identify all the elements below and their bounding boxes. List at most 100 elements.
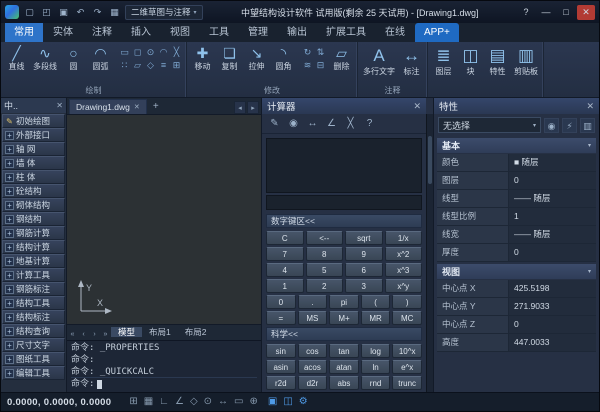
- quick-access-icon[interactable]: ▦: [107, 5, 122, 20]
- draw-tool-icon[interactable]: ▭: [118, 46, 131, 59]
- line-button[interactable]: ╱ 直线: [4, 44, 29, 73]
- status-toggle[interactable]: ⊙: [204, 393, 212, 411]
- draw-tool-icon[interactable]: ⊞: [170, 59, 183, 72]
- calc-sci-key[interactable]: sin: [266, 344, 296, 358]
- prev-layout-icon[interactable]: ‹: [78, 331, 89, 338]
- scrollbar-thumb[interactable]: [428, 136, 432, 184]
- tool-palette-header[interactable]: 中.. ✕: [1, 98, 66, 113]
- calc-sci-key[interactable]: abs: [329, 376, 359, 390]
- calc-key[interactable]: 6: [345, 263, 383, 277]
- calc-key[interactable]: x^y: [385, 279, 423, 293]
- calc-key[interactable]: 8: [306, 247, 344, 261]
- ribbon-panel-button[interactable]: ▥ 剪贴板: [512, 44, 540, 95]
- edit-icon[interactable]: ✎: [267, 116, 282, 131]
- ribbon-tab[interactable]: 输出: [278, 23, 316, 42]
- draw-tool-icon[interactable]: ◇: [144, 59, 157, 72]
- erase-button[interactable]: ▱ 删除: [329, 44, 354, 73]
- calc-key[interactable]: 9: [345, 247, 383, 261]
- distance-icon[interactable]: ↔: [305, 116, 320, 131]
- calc-key[interactable]: x^2: [385, 247, 423, 261]
- ribbon-tab[interactable]: 实体: [44, 23, 82, 42]
- calc-sci-key[interactable]: cos: [298, 344, 328, 358]
- command-input[interactable]: 命令:: [71, 377, 257, 391]
- status-toggle[interactable]: ▭: [234, 393, 243, 411]
- document-tab[interactable]: Drawing1.dwg ✕: [69, 99, 147, 114]
- status-toggle[interactable]: ▣: [268, 393, 277, 411]
- calc-sci-key[interactable]: 10^x: [392, 344, 422, 358]
- pick-point-icon[interactable]: ◉: [544, 118, 559, 133]
- workspace-selector[interactable]: 二维草图与注释 ▾: [125, 5, 203, 20]
- last-layout-icon[interactable]: »: [100, 331, 111, 338]
- modify-tool-icon[interactable]: ⇅: [314, 46, 327, 59]
- status-toggle[interactable]: ⊞: [129, 393, 137, 411]
- sidebar-item[interactable]: + 图纸工具: [2, 352, 65, 366]
- calc-key[interactable]: MS: [298, 311, 328, 325]
- layout-tab[interactable]: 布局2: [178, 327, 214, 337]
- dimension-button[interactable]: ↔ 标注: [399, 44, 424, 78]
- calc-key[interactable]: 5: [306, 263, 344, 277]
- sidebar-item[interactable]: + 编辑工具: [2, 366, 65, 380]
- sidebar-item[interactable]: + 尺寸文字: [2, 338, 65, 352]
- calculator-header[interactable]: 计算器 ✕: [262, 98, 426, 114]
- calc-sci-key[interactable]: d2r: [298, 376, 328, 390]
- sidebar-item[interactable]: + 结构查询: [2, 324, 65, 338]
- calc-key[interactable]: 1/x: [385, 231, 423, 245]
- draw-tool-icon[interactable]: ╳: [170, 46, 183, 59]
- maximize-button[interactable]: □: [557, 5, 575, 20]
- expand-icon[interactable]: +: [5, 257, 14, 266]
- calc-sci-key[interactable]: trunc: [392, 376, 422, 390]
- expand-icon[interactable]: +: [5, 201, 14, 210]
- calculator-input[interactable]: [266, 195, 422, 210]
- expand-icon[interactable]: +: [5, 159, 14, 168]
- close-icon[interactable]: ✕: [134, 103, 140, 111]
- property-value[interactable]: —— 随层: [509, 226, 596, 243]
- calc-key[interactable]: 4: [266, 263, 304, 277]
- calc-key[interactable]: MR: [361, 311, 391, 325]
- command-window[interactable]: 命令: _PROPERTIES命令:命令: _QUICKCALC 命令:: [67, 340, 261, 392]
- selection-dropdown[interactable]: 无选择 ▾: [438, 117, 541, 133]
- section-header-basic[interactable]: 基本 ▾: [437, 138, 596, 153]
- calc-key[interactable]: x^3: [385, 263, 423, 277]
- expand-icon[interactable]: +: [5, 187, 14, 196]
- modify-tool-icon[interactable]: ⊟: [314, 59, 327, 72]
- calc-key[interactable]: 1: [266, 279, 304, 293]
- property-value[interactable]: 0: [509, 316, 596, 333]
- sidebar-item[interactable]: + 钢结构: [2, 212, 65, 226]
- expand-icon[interactable]: +: [5, 229, 14, 238]
- ribbon-tab[interactable]: 扩展工具: [317, 23, 375, 42]
- layout-tab[interactable]: 布局1: [142, 327, 178, 337]
- ribbon-tab[interactable]: 常用: [5, 23, 43, 42]
- mtext-button[interactable]: A 多行文字: [361, 44, 397, 78]
- scroll-right-icon[interactable]: ▸: [247, 101, 259, 114]
- ribbon-group-label-annotate[interactable]: 注释: [358, 85, 427, 96]
- status-toggle[interactable]: ⊕: [249, 393, 257, 411]
- calc-key[interactable]: C: [266, 231, 304, 245]
- help-button[interactable]: ?: [517, 5, 535, 20]
- first-layout-icon[interactable]: «: [67, 331, 78, 338]
- close-icon[interactable]: ✕: [586, 101, 594, 112]
- next-layout-icon[interactable]: ›: [89, 331, 100, 338]
- ribbon-panel-button[interactable]: ≣ 图层: [431, 44, 456, 95]
- minimize-button[interactable]: —: [537, 5, 555, 20]
- expand-icon[interactable]: +: [5, 271, 14, 280]
- ribbon-group-label-modify[interactable]: 修改: [187, 85, 357, 96]
- polyline-button[interactable]: ∿ 多段线: [31, 44, 59, 73]
- stretch-button[interactable]: ↘ 拉伸: [244, 44, 269, 73]
- property-value[interactable]: 0: [509, 172, 596, 189]
- get-point-icon[interactable]: ◉: [286, 116, 301, 131]
- sidebar-item[interactable]: + 钢筋标注: [2, 282, 65, 296]
- sidebar-item[interactable]: + 砌体结构: [2, 198, 65, 212]
- property-value[interactable]: 1: [509, 208, 596, 225]
- ribbon-tab[interactable]: 管理: [239, 23, 277, 42]
- expand-icon[interactable]: +: [5, 313, 14, 322]
- expand-icon[interactable]: +: [5, 173, 14, 182]
- expand-icon[interactable]: +: [5, 299, 14, 308]
- status-toggle[interactable]: ↔: [218, 393, 228, 411]
- property-value[interactable]: 425.5198: [509, 280, 596, 297]
- properties-header[interactable]: 特性 ✕: [434, 98, 599, 114]
- draw-tool-icon[interactable]: ◠: [157, 46, 170, 59]
- circle-button[interactable]: ○ 圆: [61, 44, 86, 73]
- app-logo-icon[interactable]: [5, 5, 19, 19]
- expand-icon[interactable]: ✎: [5, 117, 14, 126]
- ribbon-tab[interactable]: APP+: [415, 23, 459, 42]
